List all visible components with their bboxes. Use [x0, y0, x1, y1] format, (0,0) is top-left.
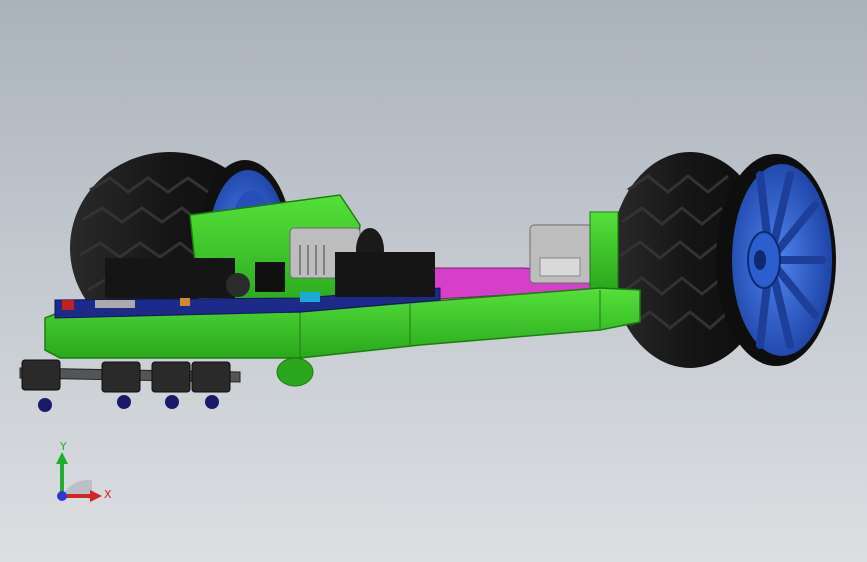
orientation-triad: Y X — [40, 440, 120, 510]
cad-viewport[interactable]: Y X — [0, 0, 867, 562]
sensor-array — [19, 357, 314, 412]
y-axis-label: Y — [60, 440, 67, 453]
right-wheel — [610, 152, 836, 368]
x-axis-label: X — [104, 488, 112, 501]
robot-model[interactable] — [0, 0, 867, 562]
right-motor — [529, 211, 619, 291]
